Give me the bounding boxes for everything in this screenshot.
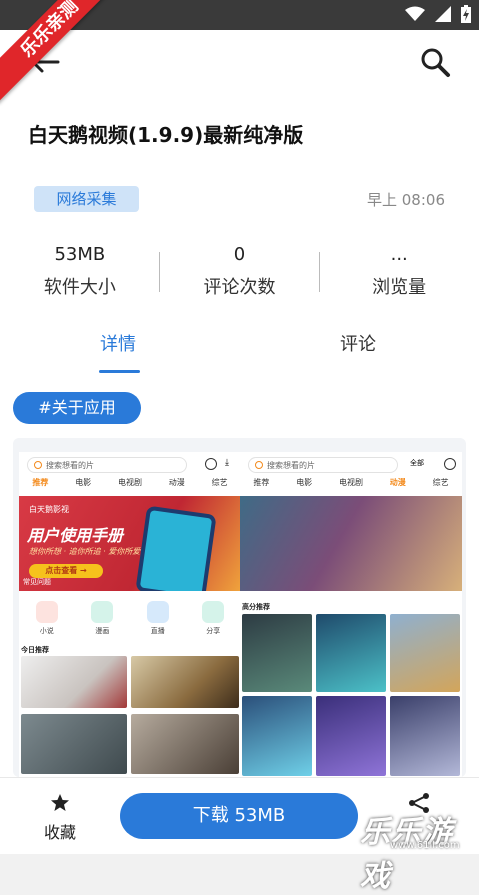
preview-category-icons: 小说 漫画 直播 分享 — [19, 601, 241, 643]
star-icon — [51, 794, 69, 811]
watermark-url: www.61ll.com — [390, 840, 460, 851]
app-detail-card: 白天鹅视频(1.9.9)最新纯净版 网络采集 早上 08:06 53MB 软件大… — [0, 92, 479, 777]
category-live: 直播 — [146, 601, 169, 643]
poster-thumbnail — [390, 696, 460, 776]
signal-icon — [435, 6, 451, 22]
history-icon — [205, 458, 217, 470]
preview-screen-left: 搜索想看的片 ⤓ 推荐 电影 电视剧 动漫 综艺 白天鹅影视 用户使用手册 想你… — [19, 452, 241, 777]
stat-value: ... — [390, 244, 408, 265]
preview-banner-anime — [240, 496, 462, 591]
stat-value: 0 — [233, 244, 246, 265]
preview-nav-item: 电影 — [296, 478, 313, 487]
download-button[interactable]: 下载 53MB — [120, 793, 358, 839]
stat-size: 53MB 软件大小 — [0, 240, 160, 304]
preview-banner-manual: 白天鹅影视 用户使用手册 想你所想 · 追你所追 · 爱你所爱 点击查看 → 常… — [19, 496, 241, 591]
screenshot-preview[interactable]: 搜索想看的片 ⤓ 推荐 电影 电视剧 动漫 综艺 白天鹅影视 用户使用手册 想你… — [13, 438, 466, 777]
preview-hot-heading: 高分推荐 — [242, 603, 270, 611]
stat-value: 53MB — [54, 244, 106, 265]
favorite-label: 收藏 — [43, 823, 76, 842]
poster-thumbnail — [131, 714, 239, 774]
preview-nav-item: 综艺 — [432, 478, 449, 487]
watermark-logo: 乐乐游戏 — [360, 815, 453, 894]
category-comic: 漫画 — [91, 601, 114, 643]
stat-label: 软件大小 — [43, 277, 116, 298]
share-icon — [202, 601, 225, 623]
preview-nav: 推荐 电影 电视剧 动漫 综艺 — [19, 477, 241, 493]
stats-row: 53MB 软件大小 0 评论次数 ... 浏览量 — [0, 240, 479, 304]
banner-title: 用户使用手册 — [27, 526, 124, 545]
preview-nav-item: 电视剧 — [338, 478, 363, 487]
preview-screen-right: 搜索想看的片 全部 推荐 电影 电视剧 动漫 综艺 高分推荐 — [240, 452, 462, 777]
category-label: 漫画 — [95, 627, 110, 635]
status-icons — [405, 5, 471, 23]
poster-thumbnail — [131, 656, 239, 708]
category-label: 分享 — [206, 627, 221, 635]
preview-search-field: 搜索想看的片 — [27, 457, 187, 473]
favorite-button[interactable]: 收藏 — [40, 793, 80, 843]
preview-nav-item: 推荐 — [32, 478, 49, 487]
download-icon: ⤓ — [225, 458, 229, 468]
novel-icon — [35, 601, 58, 623]
preview-nav-item: 推荐 — [253, 478, 270, 487]
comic-icon — [91, 601, 114, 623]
tab-bar: 详情 评论 — [0, 324, 479, 373]
poster-thumbnail — [316, 696, 386, 776]
poster-thumbnail — [21, 714, 127, 774]
stat-label: 评论次数 — [203, 277, 276, 298]
search-icon[interactable] — [419, 46, 451, 78]
publish-time: 早上 08:06 — [367, 191, 445, 209]
preview-nav-item: 动漫 — [168, 478, 185, 487]
preview-nav-item: 电视剧 — [117, 478, 142, 487]
about-app-hashtag[interactable]: #关于应用 — [13, 392, 141, 424]
stat-label: 浏览量 — [372, 277, 427, 298]
preview-nav-item: 综艺 — [211, 478, 228, 487]
preview-today-heading: 今日推荐 — [21, 646, 49, 654]
tab-comment[interactable]: 评论 — [340, 330, 376, 356]
stat-comments: 0 评论次数 — [160, 240, 320, 304]
banner-subtitle: 想你所想 · 追你所追 · 爱你所爱 — [29, 547, 141, 556]
preview-nav-item: 电影 — [75, 478, 92, 487]
filter-icon: 全部 — [410, 459, 424, 467]
banner-button: 点击查看 → — [29, 564, 103, 578]
poster-thumbnail — [21, 656, 127, 708]
wifi-icon — [405, 6, 425, 21]
history-icon — [444, 458, 456, 470]
preview-search-field: 搜索想看的片 — [248, 457, 398, 473]
stat-divider — [159, 252, 160, 292]
active-tab-indicator — [99, 370, 140, 373]
category-share: 分享 — [202, 601, 225, 643]
banner-caption: 常见问题 — [23, 578, 51, 586]
stat-views: ... 浏览量 — [319, 240, 479, 304]
live-icon — [146, 601, 169, 623]
source-tag: 网络采集 — [34, 186, 139, 212]
poster-thumbnail — [390, 614, 460, 692]
category-label: 直播 — [150, 627, 165, 635]
poster-thumbnail — [242, 696, 312, 776]
banner-brand: 白天鹅影视 — [29, 505, 69, 514]
app-title: 白天鹅视频(1.9.9)最新纯净版 — [28, 123, 304, 147]
phone-illustration — [135, 505, 217, 591]
category-novel: 小说 — [35, 601, 58, 643]
battery-icon — [461, 5, 471, 23]
poster-thumbnail — [242, 614, 312, 692]
top-bar — [0, 30, 479, 92]
poster-thumbnail — [316, 614, 386, 692]
tab-detail[interactable]: 详情 — [100, 330, 136, 356]
category-label: 小说 — [39, 627, 54, 635]
preview-nav: 推荐 电影 电视剧 动漫 综艺 — [240, 477, 462, 493]
stat-divider — [319, 252, 320, 292]
preview-nav-item: 动漫 — [389, 478, 406, 487]
